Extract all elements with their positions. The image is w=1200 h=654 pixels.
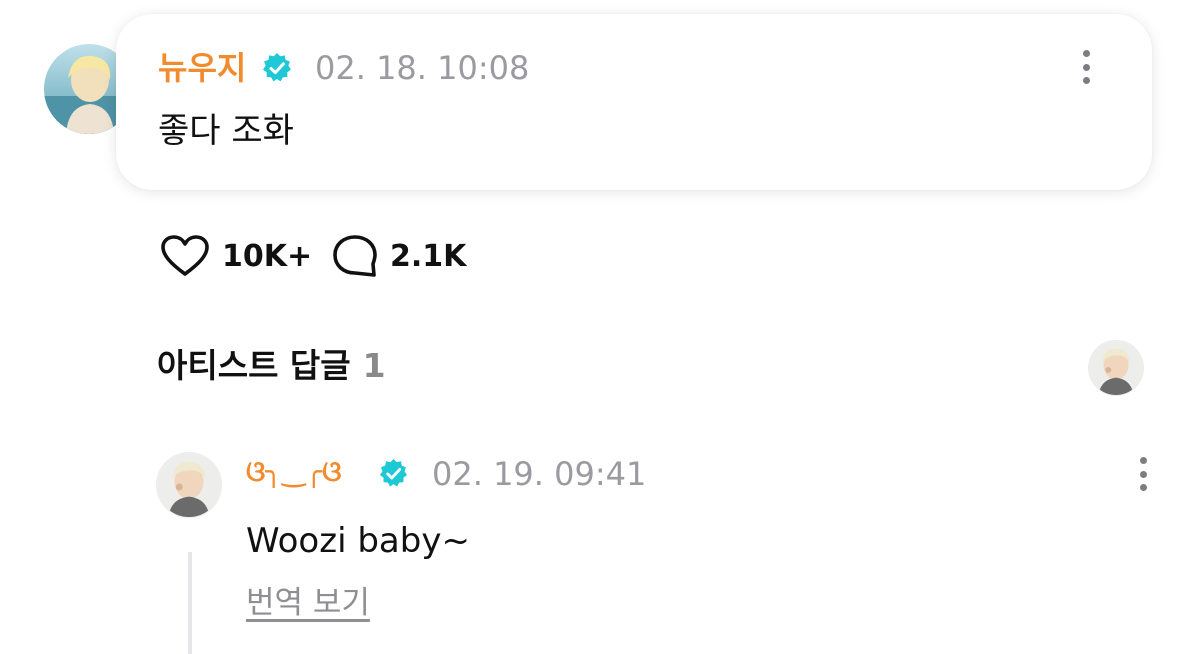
post-timestamp: 02. 18. 10:08 (315, 49, 530, 87)
heart-icon (161, 235, 209, 276)
reply-more-button[interactable] (1133, 454, 1153, 494)
post-author-name[interactable]: 뉴우지 (158, 52, 246, 84)
post-more-button[interactable] (1076, 47, 1096, 87)
reply-author-avatar[interactable] (156, 452, 222, 518)
verified-badge-icon (378, 458, 409, 489)
comment-bubble-icon (333, 235, 377, 277)
more-dot (1139, 484, 1147, 491)
more-dot (1082, 77, 1090, 84)
like-button[interactable]: 10K+ (160, 234, 312, 278)
more-dot (1139, 470, 1147, 478)
like-count: 10K+ (222, 238, 313, 274)
comment-button[interactable]: 2.1K (332, 234, 466, 278)
thread-line (188, 552, 192, 654)
artist-replies-title: 아티스트 답글 1 (157, 349, 386, 382)
artist-reply-avatar-small[interactable] (1088, 340, 1144, 396)
translate-link[interactable]: 번역 보기 (246, 588, 370, 619)
reply-timestamp: 02. 19. 09:41 (432, 455, 647, 493)
more-dot (1082, 63, 1090, 71)
comment-count: 2.1K (390, 238, 467, 274)
reply-author-name[interactable]: ଓ╮‿╭ଓ (246, 458, 342, 486)
artist-replies-label: 아티스트 답글 (157, 346, 351, 385)
more-dot (1139, 457, 1147, 464)
post-card: 뉴우지 02. 18. 10:08 좋다 조화 (116, 14, 1152, 190)
reply-body-text: Woozi baby~ (246, 521, 470, 561)
post-body-text: 좋다 조화 (158, 111, 294, 151)
artist-replies-count: 1 (362, 346, 386, 385)
verified-badge-icon (261, 52, 293, 84)
more-dot (1082, 50, 1090, 57)
